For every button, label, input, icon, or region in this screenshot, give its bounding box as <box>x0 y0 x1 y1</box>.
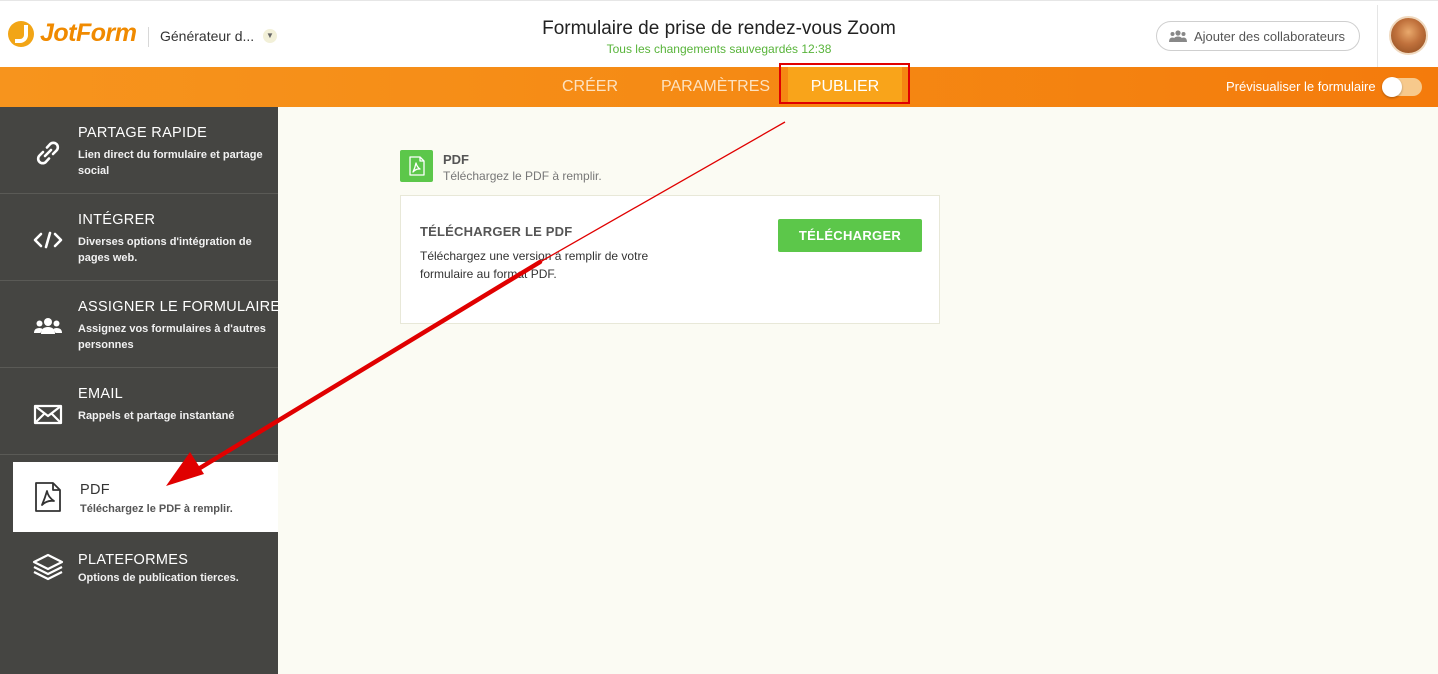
sidebar-item-desc: Diverses options d'intégration de pages … <box>78 236 252 264</box>
sidebar-item-title: ASSIGNER LE FORMULAIRE <box>78 299 281 315</box>
add-collaborators-label: Ajouter des collaborateurs <box>1194 28 1346 44</box>
section-description: Téléchargez le PDF à remplir. <box>443 169 602 183</box>
users-icon <box>1169 30 1187 42</box>
sidebar-item-title: PLATEFORMES <box>78 552 189 568</box>
download-button[interactable]: TÉLÉCHARGER <box>778 219 922 252</box>
sidebar-item-title: INTÉGRER <box>78 212 156 228</box>
avatar[interactable] <box>1389 16 1428 55</box>
sidebar-item-desc: Téléchargez le PDF à remplir. <box>80 503 233 515</box>
users-icon <box>34 318 62 334</box>
pdf-section-icon <box>400 150 433 182</box>
code-icon <box>33 231 63 249</box>
tab-settings[interactable]: PARAMÈTRES <box>661 67 770 107</box>
tab-create[interactable]: CRÉER <box>562 67 618 107</box>
header-divider <box>1377 5 1378 68</box>
card-description: Téléchargez une version à remplir de vot… <box>420 249 649 281</box>
sidebar-item-desc: Rappels et partage instantané <box>78 410 235 422</box>
toggle-knob <box>1382 77 1402 97</box>
sidebar-item-quick-share[interactable]: PARTAGE RAPIDE Lien direct du formulaire… <box>0 107 278 194</box>
card-title: TÉLÉCHARGER LE PDF <box>420 224 573 239</box>
preview-form-label: Prévisualiser le formulaire <box>1226 79 1376 94</box>
sidebar-item-desc: Options de publication tierces. <box>78 572 239 584</box>
add-collaborators-button[interactable]: Ajouter des collaborateurs <box>1156 21 1360 51</box>
link-icon <box>36 141 60 165</box>
sidebar-item-platforms[interactable]: PLATEFORMES Options de publication tierc… <box>0 532 278 619</box>
sidebar-item-title: PDF <box>80 482 110 498</box>
download-pdf-card: TÉLÉCHARGER LE PDF Téléchargez une versi… <box>400 195 940 324</box>
sidebar-item-desc: Lien direct du formulaire et partage soc… <box>78 149 263 177</box>
main-tabs-bar: CRÉER PARAMÈTRES PUBLIER <box>0 67 1438 107</box>
section-title: PDF <box>443 152 469 167</box>
envelope-icon <box>33 404 63 425</box>
sidebar-item-desc: Assignez vos formulaires à d'autres pers… <box>78 323 266 351</box>
preview-form-toggle[interactable] <box>1382 77 1422 97</box>
pdf-icon <box>35 482 61 512</box>
sidebar-item-embed[interactable]: INTÉGRER Diverses options d'intégration … <box>0 194 278 281</box>
top-header: JotForm Générateur d... ▼ Formulaire de … <box>0 0 1438 68</box>
sidebar-item-title: PARTAGE RAPIDE <box>78 125 208 141</box>
sidebar-item-title: EMAIL <box>78 386 124 402</box>
layers-icon <box>32 553 64 581</box>
sidebar-item-assign-form[interactable]: ASSIGNER LE FORMULAIRE Assignez vos form… <box>0 281 281 368</box>
publish-sidebar: PARTAGE RAPIDE Lien direct du formulaire… <box>0 107 281 674</box>
sidebar-item-email[interactable]: EMAIL Rappels et partage instantané <box>0 368 278 455</box>
sidebar-item-pdf[interactable]: PDF Téléchargez le PDF à remplir. <box>13 462 278 532</box>
tab-publish[interactable]: PUBLIER <box>788 67 902 103</box>
